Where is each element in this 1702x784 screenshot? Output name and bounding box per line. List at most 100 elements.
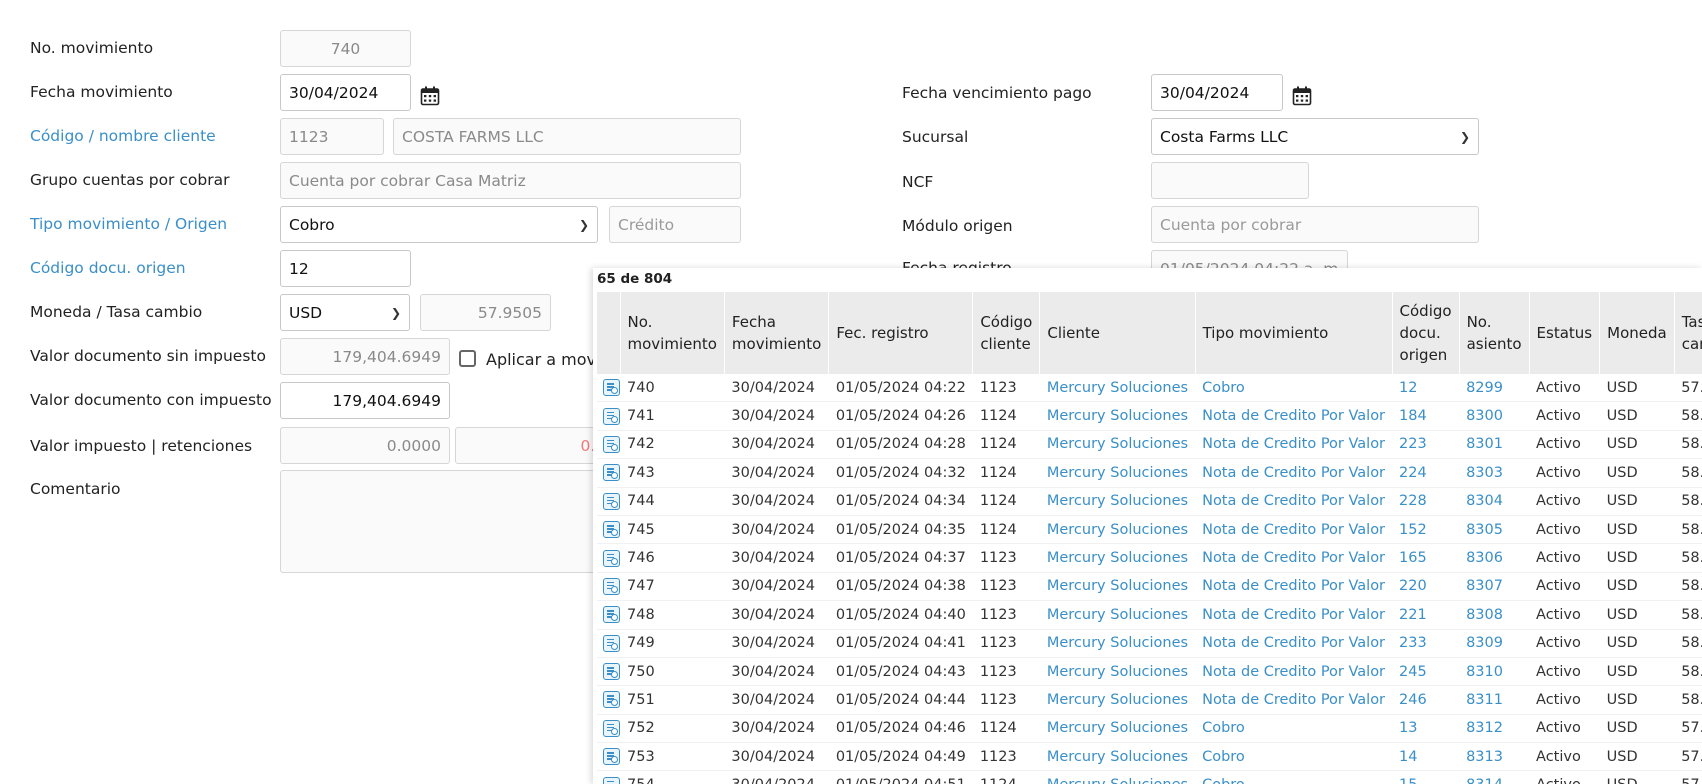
cell-no-asiento[interactable]: 8309 — [1459, 629, 1530, 658]
cell-tipo-movimiento[interactable]: Nota de Credito Por Valor — [1195, 458, 1393, 488]
cell-codigo-docu-origen[interactable]: 12 — [1392, 374, 1460, 403]
cell-cliente[interactable]: Mercury Soluciones — [1039, 770, 1196, 784]
cell-tipo-movimiento[interactable]: Cobro — [1195, 742, 1393, 772]
row-select-cell[interactable] — [597, 430, 620, 460]
view-record-icon[interactable] — [603, 379, 620, 397]
cell-tipo-movimiento[interactable]: Nota de Credito Por Valor — [1195, 600, 1393, 630]
tipo-movimiento-select[interactable]: Cobro ❯ — [280, 206, 598, 243]
cell-cliente[interactable]: Mercury Soluciones — [1039, 458, 1196, 488]
row-select-cell[interactable] — [597, 487, 620, 516]
view-record-icon[interactable] — [603, 606, 620, 624]
header-cliente[interactable]: Cliente — [1039, 292, 1196, 374]
header-tasa-cambio[interactable]: Tasa cambio — [1674, 292, 1702, 374]
codigo-docu-origen-field[interactable]: 12 — [280, 250, 411, 287]
cell-codigo-docu-origen[interactable]: 14 — [1392, 742, 1460, 772]
header-codigo-docu-origen[interactable]: Código docu. origen — [1392, 292, 1460, 374]
codigo-docu-origen-label[interactable]: Código docu. origen — [30, 259, 186, 277]
header-tipo-movimiento[interactable]: Tipo movimiento — [1195, 292, 1393, 374]
row-select-cell[interactable] — [597, 629, 620, 658]
cell-codigo-docu-origen[interactable]: 221 — [1392, 600, 1460, 630]
table-row[interactable]: 742 30/04/2024 01/05/2024 04:28 1124 Mercury… — [597, 430, 1702, 460]
header-moneda[interactable]: Moneda — [1599, 292, 1675, 374]
table-row[interactable]: 743 30/04/2024 01/05/2024 04:32 1124 Mercury… — [597, 458, 1702, 488]
cell-codigo-docu-origen[interactable]: 246 — [1392, 685, 1460, 715]
valor-con-impuesto-field[interactable]: 179,404.6949 — [280, 382, 450, 419]
cell-no-asiento[interactable]: 8306 — [1459, 543, 1530, 573]
cell-no-asiento[interactable]: 8308 — [1459, 600, 1530, 630]
valor-impuesto-field[interactable]: 0.0000 — [280, 427, 450, 464]
cell-codigo-docu-origen[interactable]: 15 — [1392, 770, 1460, 784]
cell-no-asiento[interactable]: 8314 — [1459, 770, 1530, 784]
cell-tipo-movimiento[interactable]: Nota de Credito Por Valor — [1195, 515, 1393, 545]
table-row[interactable]: 745 30/04/2024 01/05/2024 04:35 1124 Mercury… — [597, 515, 1702, 545]
cell-tipo-movimiento[interactable]: Nota de Credito Por Valor — [1195, 629, 1393, 658]
cell-cliente[interactable]: Mercury Soluciones — [1039, 629, 1196, 658]
row-select-cell[interactable] — [597, 543, 620, 573]
table-row[interactable]: 741 30/04/2024 01/05/2024 04:26 1124 Mercury… — [597, 401, 1702, 431]
cell-codigo-docu-origen[interactable]: 13 — [1392, 714, 1460, 744]
table-row[interactable]: 750 30/04/2024 01/05/2024 04:43 1123 Mercury… — [597, 657, 1702, 687]
view-record-icon[interactable] — [603, 634, 620, 652]
valor-sin-impuesto-field[interactable]: 179,404.6949 — [280, 338, 450, 375]
view-record-icon[interactable] — [603, 719, 620, 737]
cell-codigo-docu-origen[interactable]: 228 — [1392, 487, 1460, 516]
cell-cliente[interactable]: Mercury Soluciones — [1039, 401, 1196, 431]
cell-codigo-docu-origen[interactable]: 220 — [1392, 572, 1460, 602]
cell-cliente[interactable]: Mercury Soluciones — [1039, 714, 1196, 744]
cell-cliente[interactable]: Mercury Soluciones — [1039, 543, 1196, 573]
cell-cliente[interactable]: Mercury Soluciones — [1039, 572, 1196, 602]
fecha-movimiento-field[interactable]: 30/04/2024 — [280, 74, 411, 111]
cell-cliente[interactable]: Mercury Soluciones — [1039, 374, 1196, 403]
ncf-field[interactable] — [1151, 162, 1309, 199]
sucursal-select[interactable]: Costa Farms LLC ❯ — [1151, 118, 1479, 155]
view-record-icon[interactable] — [603, 407, 620, 425]
cell-no-asiento[interactable]: 8305 — [1459, 515, 1530, 545]
cell-codigo-docu-origen[interactable]: 233 — [1392, 629, 1460, 658]
calendar-icon[interactable] — [1292, 86, 1312, 106]
view-record-icon[interactable] — [603, 492, 620, 510]
row-select-cell[interactable] — [597, 600, 620, 630]
row-select-cell[interactable] — [597, 714, 620, 744]
codigo-cliente-field[interactable]: 1123 — [280, 118, 384, 155]
table-row[interactable]: 740 30/04/2024 01/05/2024 04:22 1123 Mercury… — [597, 374, 1702, 403]
cell-tipo-movimiento[interactable]: Cobro — [1195, 770, 1393, 784]
cell-no-asiento[interactable]: 8307 — [1459, 572, 1530, 602]
cell-codigo-docu-origen[interactable]: 224 — [1392, 458, 1460, 488]
header-fecha-movimiento[interactable]: Fecha movimiento — [724, 292, 830, 374]
header-fec-registro[interactable]: Fec. registro — [828, 292, 974, 374]
view-record-icon[interactable] — [603, 663, 620, 681]
cell-no-asiento[interactable]: 8303 — [1459, 458, 1530, 488]
aplicar-checkbox[interactable] — [459, 350, 476, 367]
cell-no-asiento[interactable]: 8311 — [1459, 685, 1530, 715]
row-select-cell[interactable] — [597, 572, 620, 602]
table-row[interactable]: 751 30/04/2024 01/05/2024 04:44 1123 Mercury… — [597, 685, 1702, 715]
row-select-cell[interactable] — [597, 770, 620, 784]
row-select-cell[interactable] — [597, 515, 620, 545]
cell-no-asiento[interactable]: 8304 — [1459, 487, 1530, 516]
cell-tipo-movimiento[interactable]: Nota de Credito Por Valor — [1195, 401, 1393, 431]
cell-codigo-docu-origen[interactable]: 152 — [1392, 515, 1460, 545]
cell-cliente[interactable]: Mercury Soluciones — [1039, 515, 1196, 545]
row-select-cell[interactable] — [597, 374, 620, 403]
no-movimiento-field[interactable]: 740 — [280, 30, 411, 67]
cell-codigo-docu-origen[interactable]: 165 — [1392, 543, 1460, 573]
tipo-movimiento-label[interactable]: Tipo movimiento / Origen — [30, 215, 227, 233]
view-record-icon[interactable] — [603, 435, 620, 453]
row-select-cell[interactable] — [597, 458, 620, 488]
cell-no-asiento[interactable]: 8310 — [1459, 657, 1530, 687]
table-row[interactable]: 75430/04/202401/05/2024 04:511124Mercury… — [597, 770, 1702, 784]
modulo-origen-field[interactable]: Cuenta por cobrar — [1151, 206, 1479, 243]
tasa-cambio-field[interactable]: 57.9505 — [420, 294, 551, 331]
cell-codigo-docu-origen[interactable]: 223 — [1392, 430, 1460, 460]
view-record-icon[interactable] — [603, 521, 620, 539]
header-no-asiento[interactable]: No. asiento — [1459, 292, 1530, 374]
header-codigo-cliente[interactable]: Código cliente — [972, 292, 1041, 374]
cell-tipo-movimiento[interactable]: Cobro — [1195, 714, 1393, 744]
moneda-select[interactable]: USD ❯ — [280, 294, 410, 331]
view-record-icon[interactable] — [603, 691, 620, 709]
cell-cliente[interactable]: Mercury Soluciones — [1039, 685, 1196, 715]
view-record-icon[interactable] — [603, 748, 620, 766]
table-row[interactable]: 749 30/04/2024 01/05/2024 04:41 1123 Mercury… — [597, 629, 1702, 658]
row-select-cell[interactable] — [597, 742, 620, 772]
cell-tipo-movimiento[interactable]: Nota de Credito Por Valor — [1195, 572, 1393, 602]
